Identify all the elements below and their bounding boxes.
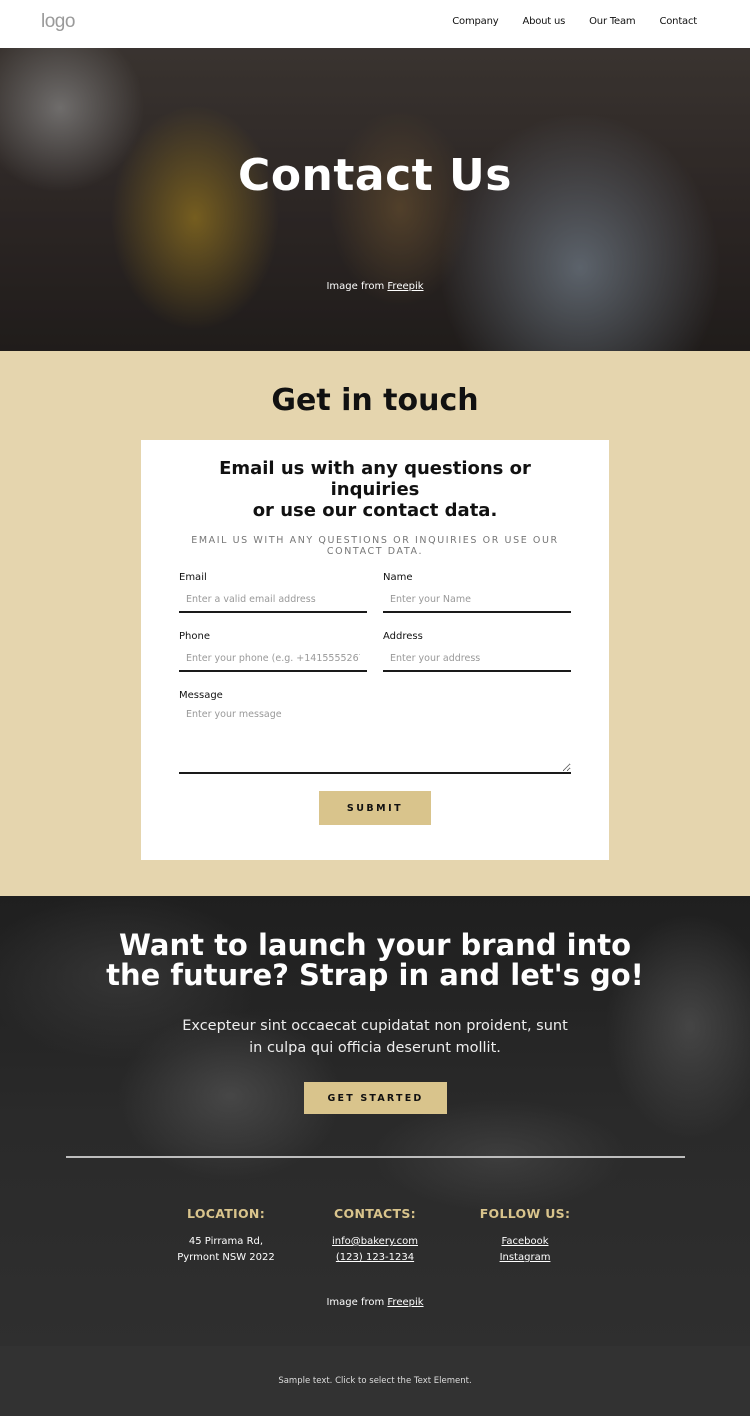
hero-title: Contact Us <box>238 150 512 201</box>
site-header: logo Company About us Our Team Contact <box>0 0 750 48</box>
credit-prefix: Image from <box>326 1297 388 1308</box>
instagram-link[interactable]: Instagram <box>445 1250 605 1266</box>
get-started-button[interactable]: GET STARTED <box>304 1082 447 1114</box>
form-subtitle: Email us with any questions or inquiries… <box>191 535 559 557</box>
address-field[interactable] <box>383 646 571 672</box>
submit-button[interactable]: SUBMIT <box>319 791 431 825</box>
section-title: Get in touch <box>271 383 479 418</box>
main-nav: Company About us Our Team Contact <box>452 16 697 27</box>
hero-image-credit: Image from Freepik <box>0 281 750 292</box>
nav-item-company[interactable]: Company <box>452 16 498 27</box>
address-line-2: Pyrmont NSW 2022 <box>177 1252 275 1263</box>
email-label: Email <box>179 572 207 583</box>
phone-label: Phone <box>179 631 210 642</box>
form-title-line2: or use our contact data. <box>252 500 498 521</box>
message-field[interactable] <box>179 704 571 774</box>
email-link[interactable]: info@bakery.com <box>295 1234 455 1250</box>
cta-title: Want to launch your brand into the futur… <box>106 928 644 992</box>
phone-field[interactable] <box>179 646 367 672</box>
freepik-link[interactable]: Freepik <box>387 281 423 292</box>
address-line-1: 45 Pirrama Rd, <box>188 1236 264 1247</box>
footer-text[interactable]: Sample text. Click to select the Text El… <box>0 1376 750 1386</box>
location-heading: LOCATION: <box>187 1206 265 1221</box>
address-label: Address <box>383 631 423 642</box>
message-label: Message <box>179 690 223 701</box>
get-in-touch-section: Get in touch Email us with any questions… <box>0 351 750 896</box>
form-title: Email us with any questions or inquiries… <box>201 458 549 521</box>
site-footer: Sample text. Click to select the Text El… <box>0 1346 750 1416</box>
facebook-link[interactable]: Facebook <box>445 1234 605 1250</box>
cta-section: Want to launch your brand into the futur… <box>0 896 750 1346</box>
nav-item-our-team[interactable]: Our Team <box>589 16 636 27</box>
contact-form-card: Email us with any questions or inquiries… <box>141 440 609 860</box>
name-label: Name <box>383 572 413 583</box>
follow-heading: FOLLOW US: <box>479 1206 571 1221</box>
name-field[interactable] <box>383 587 571 613</box>
logo[interactable]: logo <box>41 11 75 33</box>
location-column: LOCATION: 45 Pirrama Rd, Pyrmont NSW 202… <box>146 1206 306 1266</box>
freepik-link[interactable]: Freepik <box>387 1297 423 1308</box>
divider <box>66 1156 685 1158</box>
hero-section: Contact Us Image from Freepik <box>0 48 750 351</box>
email-field[interactable] <box>179 587 367 613</box>
phone-link[interactable]: (123) 123-1234 <box>295 1250 455 1266</box>
nav-item-about-us[interactable]: About us <box>522 16 565 27</box>
cta-text: Excepteur sint occaecat cupidatat non pr… <box>182 1018 568 1056</box>
follow-column: FOLLOW US: Facebook Instagram <box>445 1206 605 1266</box>
cta-image-credit: Image from Freepik <box>0 1297 750 1308</box>
contacts-column: CONTACTS: info@bakery.com (123) 123-1234 <box>295 1206 455 1266</box>
contacts-heading: CONTACTS: <box>334 1206 416 1221</box>
nav-item-contact[interactable]: Contact <box>659 16 697 27</box>
credit-prefix: Image from <box>326 281 388 292</box>
form-title-line1: Email us with any questions or inquiries <box>219 458 531 500</box>
